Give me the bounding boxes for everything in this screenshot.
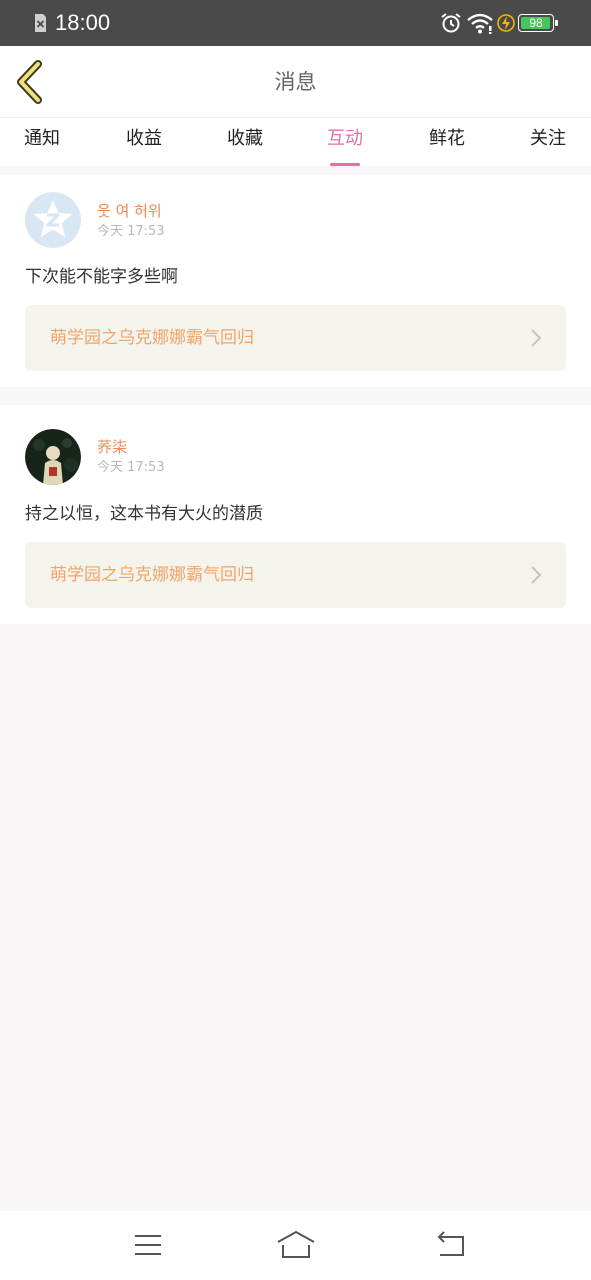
header: 消息	[0, 46, 591, 118]
book-link[interactable]: 萌学园之乌克娜娜霸气回归	[25, 542, 566, 608]
username[interactable]: 荞柒	[97, 437, 127, 457]
timestamp: 今天 17:53	[97, 224, 165, 239]
photo-avatar-icon	[25, 429, 81, 485]
tab-label: 关注	[530, 128, 566, 149]
tab-interactions[interactable]: 互动	[305, 126, 385, 166]
book-title: 萌学园之乌克娜娜霸气回归	[50, 565, 254, 585]
no-sim-icon	[35, 14, 46, 32]
tab-label: 收益	[126, 128, 162, 149]
tab-label: 收藏	[227, 128, 263, 149]
battery-icon: 98	[518, 14, 558, 32]
charging-icon	[497, 14, 515, 32]
tab-flowers[interactable]: 鲜花	[407, 126, 487, 166]
chevron-right-icon	[531, 566, 542, 584]
system-nav-bar	[0, 1211, 591, 1280]
battery-level: 98	[529, 16, 543, 30]
chevron-right-icon	[531, 329, 542, 347]
interaction-card: 荞柒 今天 17:53 持之以恒，这本书有大火的潜质 萌学园之乌克娜娜霸气回归	[0, 405, 591, 624]
menu-button[interactable]	[128, 1228, 168, 1262]
status-bar: 18:00 98	[0, 0, 591, 46]
tab-label: 通知	[24, 128, 60, 149]
active-tab-indicator	[330, 163, 360, 166]
page: 18:00 98 消息 通知 收益 收藏 互动 鲜花 关注 웃 여 허위 今天 …	[0, 0, 591, 1280]
username[interactable]: 웃 여 허위	[97, 201, 162, 221]
book-title: 萌学园之乌克娜娜霸气回归	[50, 328, 254, 348]
timestamp: 今天 17:53	[97, 460, 165, 475]
back-nav-button[interactable]	[430, 1228, 470, 1262]
tab-following[interactable]: 关注	[508, 126, 588, 166]
default-star-avatar-icon	[25, 192, 81, 248]
back-icon	[437, 1231, 464, 1256]
wifi-icon	[467, 13, 493, 34]
avatar[interactable]	[25, 429, 81, 485]
tab-bar: 通知 收益 收藏 互动 鲜花 关注	[0, 118, 591, 166]
tab-label: 互动	[327, 128, 363, 149]
comment-text: 持之以恒，这本书有大火的潜质	[25, 504, 263, 524]
alarm-icon	[441, 13, 461, 33]
tab-favorites[interactable]: 收藏	[205, 126, 285, 166]
menu-icon	[135, 1235, 161, 1255]
tab-notifications[interactable]: 通知	[2, 126, 82, 166]
interaction-card: 웃 여 허위 今天 17:53 下次能不能字多些啊 萌学园之乌克娜娜霸气回归	[0, 175, 591, 387]
comment-text: 下次能不能字多些啊	[25, 267, 178, 287]
status-time: 18:00	[55, 10, 111, 35]
tab-earnings[interactable]: 收益	[104, 126, 184, 166]
avatar[interactable]	[25, 192, 81, 248]
home-button[interactable]	[275, 1228, 317, 1262]
book-link[interactable]: 萌学园之乌克娜娜霸气回归	[25, 305, 566, 371]
home-icon	[277, 1231, 315, 1258]
page-title: 消息	[274, 70, 317, 94]
tab-label: 鲜花	[429, 128, 465, 149]
